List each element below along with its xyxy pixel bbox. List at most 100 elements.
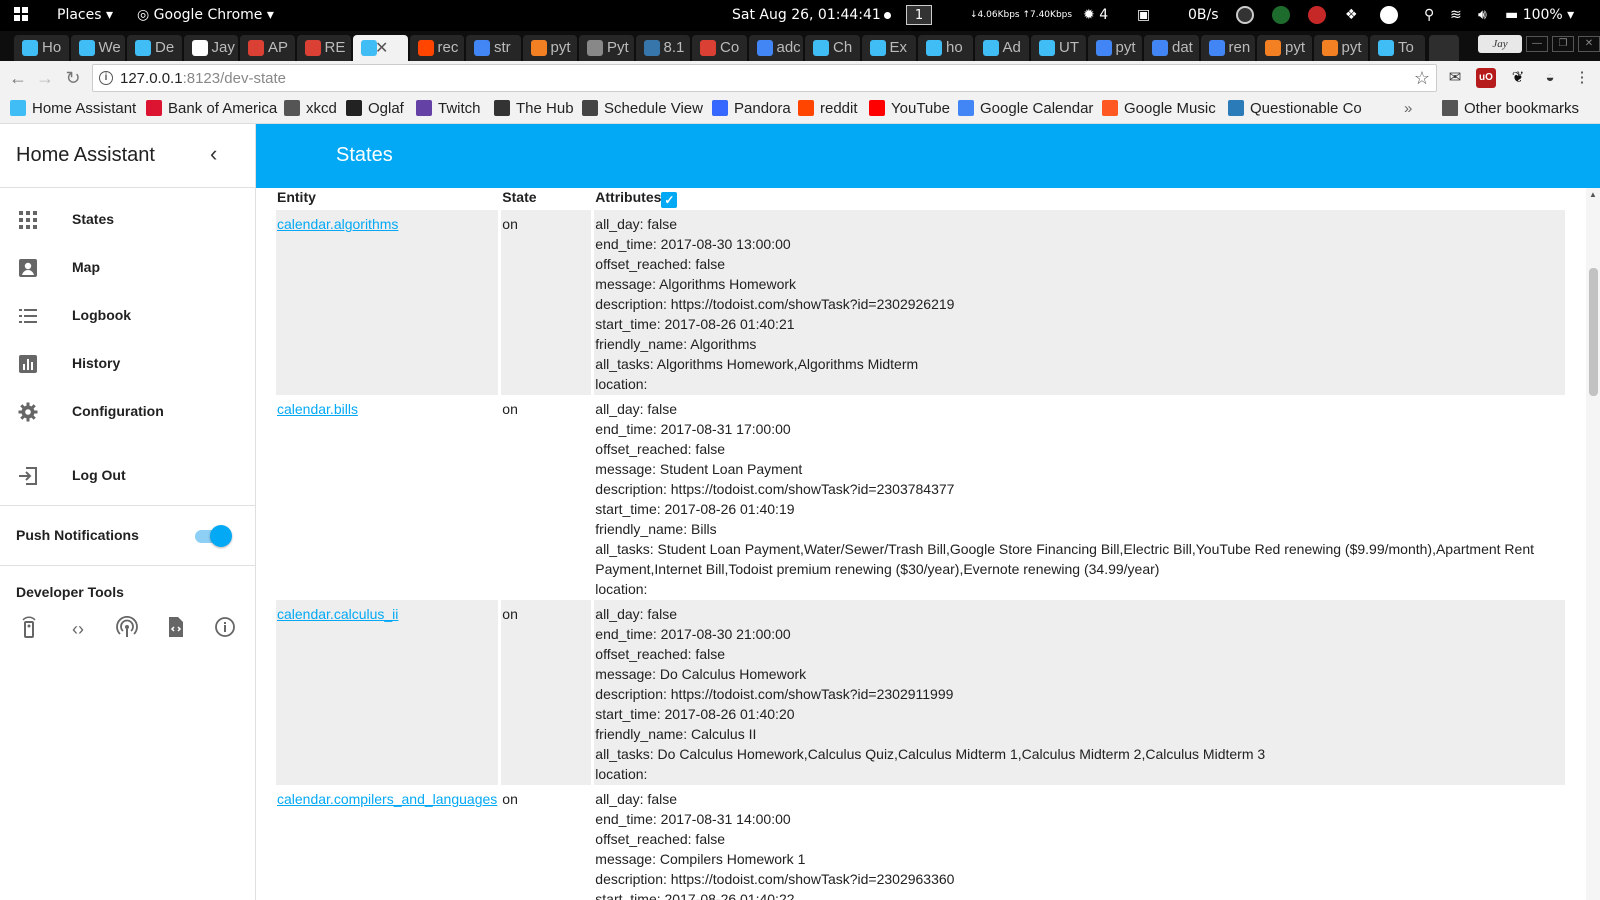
redshift-icon[interactable]: [1308, 0, 1326, 31]
browser-tab[interactable]: We: [70, 35, 125, 61]
minimize-button[interactable]: —: [1526, 36, 1548, 52]
ublock-icon[interactable]: uO: [1476, 68, 1496, 88]
browser-tab[interactable]: str: [466, 35, 521, 61]
profile-button[interactable]: Jay: [1478, 35, 1522, 53]
other-bookmarks[interactable]: Other bookmarks: [1442, 100, 1579, 120]
close-window-button[interactable]: ✕: [1578, 36, 1600, 52]
app-menu[interactable]: ◎ Google Chrome ▾: [137, 0, 274, 31]
bookmark-star-icon[interactable]: ☆: [1414, 68, 1430, 89]
entity-link[interactable]: calendar.algorithms: [277, 216, 398, 232]
url-text[interactable]: 127.0.0.1:8123/dev-state: [120, 70, 286, 87]
attributes-checkbox[interactable]: ✓: [661, 192, 678, 208]
collapse-sidebar-icon[interactable]: ‹: [210, 141, 217, 167]
restore-button[interactable]: ❐: [1552, 36, 1574, 52]
bookmark-item[interactable]: Schedule View: [582, 100, 703, 120]
browser-tab[interactable]: pyt: [522, 35, 577, 61]
nav-item-map[interactable]: Map: [0, 244, 256, 292]
browser-tab[interactable]: dat: [1144, 35, 1199, 61]
remote-icon[interactable]: [16, 616, 42, 642]
places-menu[interactable]: Places ▾: [57, 0, 113, 31]
bookmark-item[interactable]: Twitch: [416, 100, 481, 120]
browser-tab[interactable]: UT: [1031, 35, 1086, 61]
browser-tab[interactable]: Jay: [183, 35, 238, 61]
volume-icon[interactable]: 🔊︎: [1478, 0, 1487, 31]
entity-link[interactable]: calendar.compilers_and_languages: [277, 791, 497, 807]
bookmark-item[interactable]: Questionable Co: [1228, 100, 1368, 120]
dropbox-icon[interactable]: ❖: [1345, 0, 1358, 31]
info-icon[interactable]: [212, 616, 238, 642]
clipboard-icon[interactable]: ▣: [1137, 0, 1150, 31]
push-notifications-toggle[interactable]: [195, 525, 232, 547]
bookmark-item[interactable]: Google Calendar: [958, 100, 1093, 120]
page-title: States: [336, 144, 393, 166]
forward-button[interactable]: →: [35, 68, 55, 88]
bookmark-item[interactable]: Google Music: [1102, 100, 1216, 120]
bookmark-item[interactable]: Oglaf: [346, 100, 404, 120]
pocket-icon[interactable]: ◒: [1540, 68, 1560, 88]
battery[interactable]: ▬ 100% ▾: [1505, 0, 1574, 31]
browser-tab[interactable]: To: [1370, 35, 1425, 61]
browser-tab[interactable]: Ho: [14, 35, 69, 61]
reload-button[interactable]: ↻: [63, 68, 83, 88]
file-code-icon[interactable]: [163, 616, 189, 642]
toggle-knob: [210, 525, 232, 547]
windows-icon[interactable]: [14, 0, 28, 31]
address-bar[interactable]: i 127.0.0.1:8123/dev-state ☆: [92, 64, 1437, 92]
bookmark-item[interactable]: Home Assistant: [10, 100, 136, 120]
bookmark-item[interactable]: Bank of America: [146, 100, 277, 120]
nav-item-configuration[interactable]: Configuration: [0, 388, 256, 436]
browser-tab[interactable]: Ex: [861, 35, 916, 61]
logout-button[interactable]: Log Out: [0, 452, 256, 500]
bookmarks-overflow[interactable]: »: [1404, 100, 1412, 120]
close-tab-icon[interactable]: ✕: [375, 38, 388, 58]
browser-tab[interactable]: 8.1: [635, 35, 690, 61]
steam-icon[interactable]: [1236, 0, 1254, 31]
scroll-thumb[interactable]: [1589, 268, 1598, 396]
back-button[interactable]: ←: [8, 68, 28, 88]
browser-tab[interactable]: RE: [296, 35, 351, 61]
browser-tab[interactable]: De: [127, 35, 182, 61]
browser-tab[interactable]: ho: [918, 35, 973, 61]
bookmark-item[interactable]: The Hub: [494, 100, 574, 120]
clock[interactable]: Sat Aug 26, 01:44:41: [732, 0, 891, 31]
nav-item-states[interactable]: States: [0, 196, 256, 244]
workspace-indicator[interactable]: 1: [906, 0, 932, 31]
browser-tab[interactable]: Ch: [805, 35, 860, 61]
chat-icon[interactable]: [1272, 0, 1290, 31]
tab-active[interactable]: ✕: [353, 35, 408, 61]
tab-label: To: [1398, 39, 1414, 56]
browser-tab[interactable]: AP: [240, 35, 295, 61]
ha-sidebar: Home Assistant ‹ States Map Logbook Hist…: [0, 124, 256, 900]
location-icon[interactable]: ⚲: [1424, 0, 1434, 31]
browser-tab[interactable]: adc: [748, 35, 803, 61]
page-scrollbar[interactable]: ▲: [1586, 188, 1600, 900]
mqtt-broadcast-icon[interactable]: [114, 615, 140, 642]
mail-extension-icon[interactable]: ✉: [1445, 68, 1465, 88]
nav-item-history[interactable]: History: [0, 340, 256, 388]
browser-tab[interactable]: pyt: [1087, 35, 1142, 61]
notifications[interactable]: ✹ 4: [1083, 0, 1108, 31]
browser-tab[interactable]: Ad: [974, 35, 1029, 61]
evernote-icon[interactable]: ❦: [1508, 68, 1528, 88]
bookmark-item[interactable]: Pandora: [712, 100, 791, 120]
browser-tab[interactable]: pyt: [1257, 35, 1312, 61]
nav-item-logbook[interactable]: Logbook: [0, 292, 256, 340]
template-code-icon[interactable]: ‹›: [65, 616, 91, 642]
browser-tab[interactable]: Co: [692, 35, 747, 61]
entity-link[interactable]: calendar.calculus_ii: [277, 606, 398, 622]
info-icon[interactable]: i: [99, 71, 113, 85]
browser-tab[interactable]: pyt: [1313, 35, 1368, 61]
entity-link[interactable]: calendar.bills: [277, 401, 358, 417]
browser-tab[interactable]: Pyt: [579, 35, 634, 61]
new-tab-button[interactable]: [1428, 35, 1459, 61]
bookmark-item[interactable]: reddit: [798, 100, 858, 120]
browser-tab[interactable]: ren: [1200, 35, 1255, 61]
browser-tab[interactable]: rec: [409, 35, 464, 61]
wifi-icon[interactable]: ≋: [1450, 0, 1462, 31]
attribute-line: message: Compilers Homework 1: [595, 851, 806, 867]
bookmark-item[interactable]: xkcd: [284, 100, 337, 120]
scroll-up-arrow[interactable]: ▲: [1589, 190, 1597, 199]
chrome-menu-icon[interactable]: ⋮: [1572, 68, 1592, 88]
pause-icon[interactable]: [1380, 0, 1398, 31]
bookmark-item[interactable]: YouTube: [869, 100, 950, 120]
